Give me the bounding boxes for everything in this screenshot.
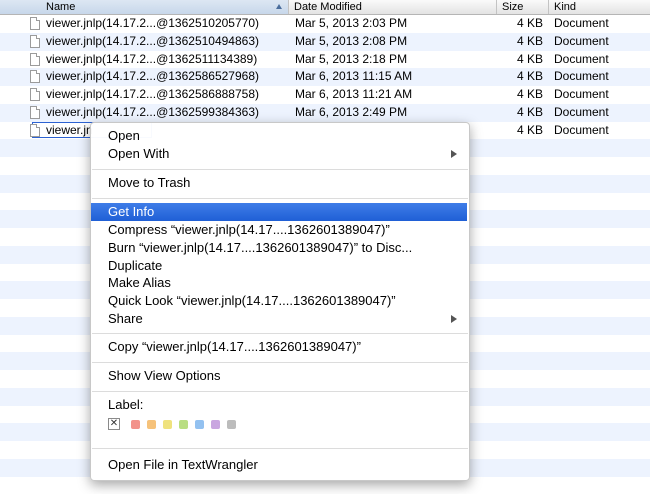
file-date: Mar 5, 2013 2:18 PM bbox=[295, 51, 495, 69]
column-header-kind-label: Kind bbox=[554, 1, 576, 13]
document-icon bbox=[30, 106, 40, 119]
file-name: viewer.jnlp(14.17.2...@1362510494863) bbox=[46, 33, 259, 51]
column-header-kind[interactable]: Kind bbox=[548, 0, 650, 14]
label-red-swatch[interactable] bbox=[131, 420, 140, 429]
label-green-swatch[interactable] bbox=[179, 420, 188, 429]
column-header-bar: Name Date Modified Size Kind bbox=[0, 0, 650, 15]
file-kind: Document bbox=[554, 51, 650, 69]
document-icon bbox=[30, 53, 40, 66]
menu-separator bbox=[92, 362, 468, 363]
menu-separator bbox=[92, 333, 468, 334]
document-icon bbox=[30, 17, 40, 30]
context-menu: Open Open With Move to Trash Get Info Co… bbox=[90, 122, 470, 481]
menu-separator bbox=[92, 391, 468, 392]
file-name: viewer.jnlp(14.17.2...@1362511134389) bbox=[46, 51, 257, 69]
file-date: Mar 6, 2013 2:49 PM bbox=[295, 104, 495, 122]
file-kind: Document bbox=[554, 15, 650, 33]
document-icon bbox=[30, 70, 40, 83]
file-row[interactable]: viewer.jnlp(14.17.2...@1362599384363) Ma… bbox=[0, 104, 650, 122]
file-date: Mar 5, 2013 2:08 PM bbox=[295, 33, 495, 51]
menu-item-quick-look[interactable]: Quick Look “viewer.jnlp(14.17....1362601… bbox=[91, 292, 467, 310]
document-icon bbox=[30, 35, 40, 48]
menu-item-duplicate[interactable]: Duplicate bbox=[91, 257, 467, 275]
file-size: 4 KB bbox=[503, 15, 543, 33]
file-kind: Document bbox=[554, 86, 650, 104]
submenu-arrow-icon bbox=[451, 315, 457, 323]
menu-label-heading: Label: bbox=[91, 396, 467, 414]
file-date: Mar 6, 2013 11:21 AM bbox=[295, 86, 495, 104]
menu-item-open-with[interactable]: Open With bbox=[91, 145, 467, 163]
file-kind: Document bbox=[554, 122, 650, 140]
menu-item-compress[interactable]: Compress “viewer.jnlp(14.17....136260138… bbox=[91, 221, 467, 239]
file-name: viewer.jnlp(14.17.2...@1362586888758) bbox=[46, 86, 259, 104]
file-kind: Document bbox=[554, 33, 650, 51]
file-size: 4 KB bbox=[503, 86, 543, 104]
file-size: 4 KB bbox=[503, 104, 543, 122]
file-date: Mar 5, 2013 2:03 PM bbox=[295, 15, 495, 33]
file-row[interactable]: viewer.jnlp(14.17.2...@1362510205770) Ma… bbox=[0, 15, 650, 33]
menu-item-share[interactable]: Share bbox=[91, 310, 467, 328]
menu-separator bbox=[92, 448, 468, 449]
file-name: viewer.jnlp(14.17.2...@1362599384363) bbox=[46, 104, 259, 122]
menu-item-burn[interactable]: Burn “viewer.jnlp(14.17....1362601389047… bbox=[91, 239, 467, 257]
file-kind: Document bbox=[554, 104, 650, 122]
menu-item-move-to-trash[interactable]: Move to Trash bbox=[91, 174, 467, 192]
file-name: viewer.jnlp(14.17.2...@1362586527968) bbox=[46, 68, 259, 86]
file-row[interactable]: viewer.jnlp(14.17.2...@1362586888758) Ma… bbox=[0, 86, 650, 104]
file-kind: Document bbox=[554, 68, 650, 86]
file-row[interactable]: viewer.jnlp(14.17.2...@1362586527968) Ma… bbox=[0, 68, 650, 86]
sort-ascending-icon bbox=[276, 4, 282, 9]
menu-item-show-view-options[interactable]: Show View Options bbox=[91, 367, 467, 385]
file-size: 4 KB bbox=[503, 122, 543, 140]
column-header-name[interactable]: Name bbox=[0, 0, 288, 14]
label-purple-swatch[interactable] bbox=[211, 420, 220, 429]
menu-separator bbox=[92, 169, 468, 170]
document-icon bbox=[30, 124, 40, 137]
menu-separator bbox=[92, 198, 468, 199]
menu-item-open-with-label: Open With bbox=[108, 146, 169, 161]
file-size: 4 KB bbox=[503, 33, 543, 51]
menu-item-copy[interactable]: Copy “viewer.jnlp(14.17....1362601389047… bbox=[91, 338, 467, 356]
submenu-arrow-icon bbox=[451, 150, 457, 158]
label-orange-swatch[interactable] bbox=[147, 420, 156, 429]
menu-item-make-alias[interactable]: Make Alias bbox=[91, 274, 467, 292]
column-header-date[interactable]: Date Modified bbox=[288, 0, 496, 14]
column-header-date-label: Date Modified bbox=[294, 1, 362, 13]
file-size: 4 KB bbox=[503, 68, 543, 86]
document-icon bbox=[30, 88, 40, 101]
label-gray-swatch[interactable] bbox=[227, 420, 236, 429]
menu-item-open-in-textwrangler[interactable]: Open File in TextWrangler bbox=[91, 456, 467, 474]
file-row[interactable]: viewer.jnlp(14.17.2...@1362511134389) Ma… bbox=[0, 51, 650, 69]
column-header-size-label: Size bbox=[502, 1, 523, 13]
label-yellow-swatch[interactable] bbox=[163, 420, 172, 429]
menu-item-get-info[interactable]: Get Info bbox=[91, 203, 467, 221]
menu-item-open[interactable]: Open bbox=[91, 127, 467, 145]
column-header-name-label: Name bbox=[46, 0, 75, 14]
file-name: viewer.jn bbox=[46, 122, 93, 140]
file-row[interactable]: viewer.jnlp(14.17.2...@1362510494863) Ma… bbox=[0, 33, 650, 51]
file-date: Mar 6, 2013 11:15 AM bbox=[295, 68, 495, 86]
label-none-swatch[interactable]: ✕ bbox=[108, 418, 120, 430]
menu-item-share-label: Share bbox=[108, 311, 143, 326]
file-name: viewer.jnlp(14.17.2...@1362510205770) bbox=[46, 15, 259, 33]
label-blue-swatch[interactable] bbox=[195, 420, 204, 429]
column-header-size[interactable]: Size bbox=[496, 0, 548, 14]
file-size: 4 KB bbox=[503, 51, 543, 69]
